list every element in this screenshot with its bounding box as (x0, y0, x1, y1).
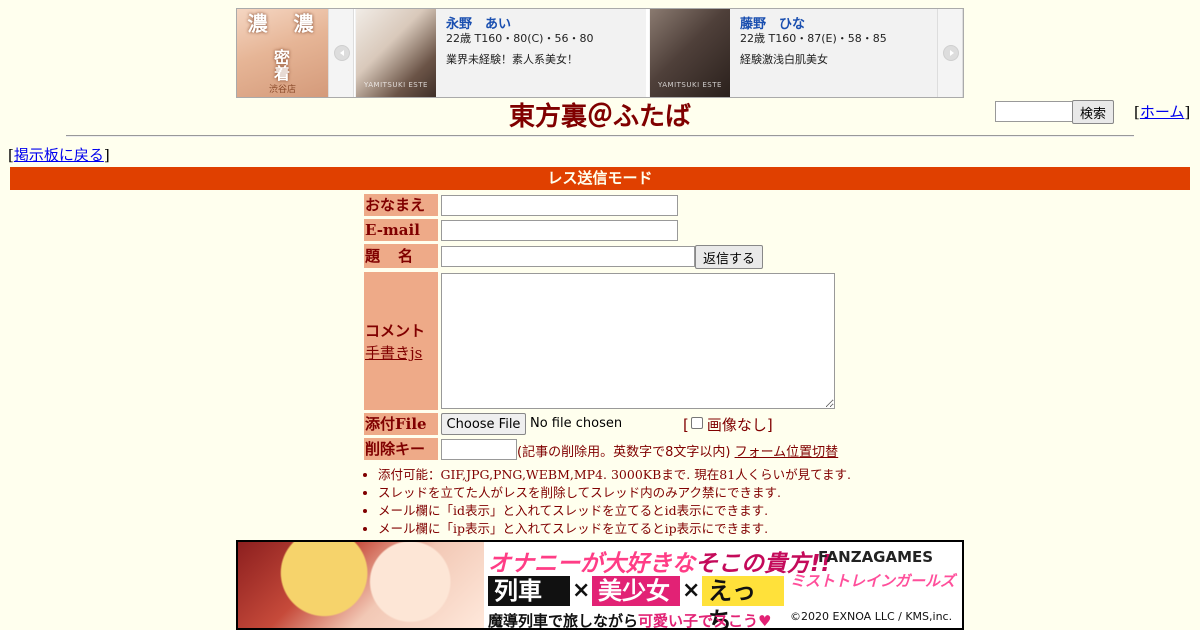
email-label: E-mail (364, 219, 438, 241)
delete-key-note-wrapper: (記事の削除用。英数字で8文字以内) フォーム位置切替 (517, 441, 838, 460)
carousel-prev-button[interactable] (328, 9, 354, 97)
comment-label: コメント (365, 322, 426, 340)
ad-tagline-part: 可愛い子でヌこう♥ (638, 612, 772, 630)
shop-banner-location: 渋谷店 (268, 85, 296, 95)
reply-mode-bar: レス送信モード (10, 167, 1190, 190)
ad-card-spec: 22歳 T160・80(C)・56・80 (446, 32, 594, 45)
ad-keyword: 美少女 (592, 576, 680, 606)
times-glyph: × (682, 578, 701, 603)
ad-publisher-logo: FANZAGAMES (818, 548, 934, 566)
posting-rules-list: 添付可能：GIF,JPG,PNG,WEBM,MP4. 3000KBまで. 現在8… (360, 466, 851, 538)
no-image-option: [画像なし] (683, 416, 773, 434)
ad-card[interactable]: YAMITSUKI ESTE 永野 あい 22歳 T160・80(C)・56・8… (355, 9, 646, 97)
form-position-toggle-link[interactable]: フォーム位置切替 (735, 445, 839, 460)
ad-tagline: 魔導列車で旅しながら可愛い子でヌこう♥ (488, 610, 772, 630)
ad-card-photo-watermark: YAMITSUKI ESTE (364, 81, 428, 89)
name-field[interactable] (441, 195, 678, 216)
shop-banner-text: 濃 (244, 13, 268, 33)
header-divider (66, 135, 1134, 137)
list-item: スレッドを立てた人がレスを削除してスレッド内のみアク禁にできます. (378, 484, 851, 502)
ad-card-photo-watermark: YAMITSUKI ESTE (658, 81, 722, 89)
delete-key-note: (記事の削除用。英数字で8文字以内) (517, 445, 731, 460)
ad-card[interactable]: YAMITSUKI ESTE 藤野 ひな 22歳 T160・87(E)・58・8… (649, 9, 940, 97)
subject-label: 題名 (364, 244, 438, 268)
ad-keyword: 列車 (488, 576, 570, 606)
search-button[interactable]: 検索 (1072, 100, 1114, 124)
comment-textarea[interactable] (441, 273, 835, 409)
bottom-ad-banner[interactable]: オナニーが大好きなそこの貴方!! 列車 × 美少女 × えっち 魔導列車で旅しな… (236, 540, 964, 630)
name-label: おなまえ (364, 194, 438, 216)
back-link-wrapper: [掲示板に戻る] (8, 146, 110, 164)
home-link-wrapper: [ホーム] (1134, 103, 1191, 121)
subject-field[interactable] (441, 246, 695, 267)
ad-headline: オナニーが大好きなそこの貴方!! (488, 544, 831, 578)
delete-key-label: 削除キー (364, 438, 438, 460)
ad-keyword: えっち (702, 576, 784, 628)
shop-banner-text: 密着 (271, 49, 290, 81)
ad-card-photo: YAMITSUKI ESTE (650, 9, 730, 97)
file-status: No file chosen (530, 416, 623, 431)
ad-card-photo: YAMITSUKI ESTE (356, 9, 436, 97)
ad-copyright: ©2020 EXNOA LLC / KMS,inc. (790, 610, 953, 623)
search-input[interactable] (995, 101, 1073, 122)
choose-file-button[interactable]: Choose File (441, 413, 526, 435)
comment-label-cell: コメント 手書きjs (364, 272, 438, 410)
carousel-next-button[interactable] (937, 9, 963, 97)
ad-card-spec: 22歳 T160・87(E)・58・85 (740, 32, 887, 45)
handwriting-link[interactable]: 手書きjs (365, 342, 422, 363)
reply-submit-button[interactable]: 返信する (695, 245, 763, 269)
ad-card-description: 業界未経験！素人系美女！ (446, 53, 578, 66)
top-ad-banner[interactable]: 濃 濃 密着 渋谷店 YAMITSUKI ESTE 永野 あい 22歳 T160… (236, 8, 964, 98)
list-item: メール欄に「ip表示」と入れてスレッドを立てるとip表示にできます. (378, 520, 851, 538)
home-link[interactable]: ホーム (1140, 103, 1185, 121)
list-item: メール欄に「id表示」と入れてスレッドを立てるとid表示にできます. (378, 502, 851, 520)
ad-game-title: ミストトレインガールズ (790, 572, 956, 590)
back-to-board-link[interactable]: 掲示板に戻る (14, 146, 104, 164)
email-field[interactable] (441, 220, 678, 241)
shop-banner-text: 濃 (290, 13, 314, 33)
chevron-right-icon (943, 45, 959, 61)
ad-character-illustration (238, 542, 484, 628)
shop-banner-image[interactable]: 濃 濃 密着 渋谷店 (237, 9, 328, 97)
times-glyph: × (572, 578, 591, 603)
file-label: 添付File (364, 413, 438, 435)
no-image-label: 画像なし (706, 416, 767, 434)
ad-headline-part: オナニーが大好きな (488, 551, 695, 577)
ad-card-description: 経験激浅白肌美女 (740, 53, 828, 66)
chevron-left-icon (334, 45, 350, 61)
no-image-checkbox[interactable] (690, 417, 703, 429)
delete-key-field[interactable] (441, 439, 517, 460)
list-item: 添付可能：GIF,JPG,PNG,WEBM,MP4. 3000KBまで. 現在8… (378, 466, 851, 484)
ad-tagline-part: 魔導列車で旅しながら (488, 612, 639, 630)
